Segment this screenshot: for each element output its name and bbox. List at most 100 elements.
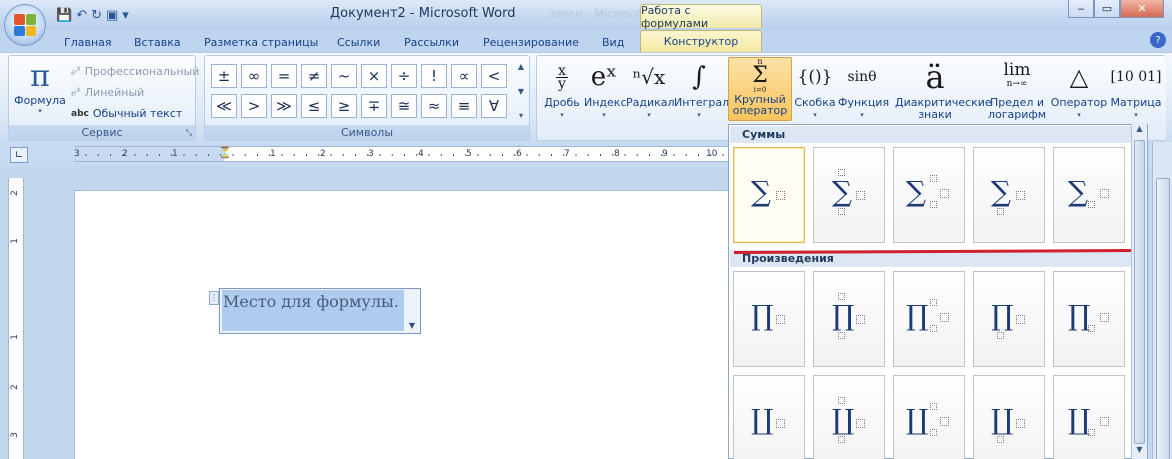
- symbol-times[interactable]: ×: [361, 64, 387, 88]
- coproduct-right-sub-sup-option[interactable]: ∐: [893, 375, 965, 459]
- linear-button[interactable]: ℯx Линейный: [71, 85, 144, 99]
- vertical-ruler[interactable]: 2 1 1 2 3: [8, 178, 24, 459]
- symbol-proportional[interactable]: ∝: [451, 64, 477, 88]
- equation-handle-icon[interactable]: ⋮: [209, 291, 219, 305]
- sum-under-option[interactable]: ∑: [973, 147, 1045, 243]
- symbol-much-greater[interactable]: ≫: [271, 94, 297, 118]
- maximize-button[interactable]: ▭: [1094, 0, 1120, 18]
- radical-icon: ⁿ√x: [632, 65, 666, 89]
- accent-button[interactable]: ä Диакритические знаки: [888, 57, 992, 121]
- tab-references[interactable]: Ссылки: [337, 32, 380, 52]
- tab-mailings[interactable]: Рассылки: [404, 32, 459, 52]
- integral-label: Интеграл: [674, 96, 730, 109]
- symbol-minus-plus[interactable]: ∓: [361, 94, 387, 118]
- symbol-approx[interactable]: ≈: [421, 94, 447, 118]
- limit-log-button[interactable]: lim n→∞ Предел и логарифм: [984, 57, 1050, 121]
- function-button[interactable]: sinθ Функция ▾: [838, 57, 889, 121]
- fraction-button[interactable]: xy Дробь ▾: [540, 57, 584, 121]
- scroll-down-icon[interactable]: ▼: [1132, 445, 1147, 459]
- more-symbols-icon[interactable]: ▾: [519, 111, 523, 120]
- professional-button[interactable]: ℯx Профессиональный: [71, 64, 199, 78]
- operator-button[interactable]: △ Оператор ▾: [1050, 57, 1108, 121]
- operator-label: Оператор: [1050, 96, 1108, 109]
- tab-review[interactable]: Рецензирование: [483, 32, 579, 52]
- sum-right-sub-option[interactable]: ∑: [1053, 147, 1125, 243]
- sum-operator-icon: ∑: [906, 175, 926, 208]
- abc-icon: abc: [71, 108, 89, 119]
- horizontal-ruler[interactable]: 3 2 1 ⏳ 1 2 3 4 5 6 7 8 9 10: [74, 146, 730, 162]
- equation-options-dropdown[interactable]: ▼: [404, 318, 420, 333]
- sum-right-sub-sup-option[interactable]: ∑: [893, 147, 965, 243]
- scroll-up-icon[interactable]: ▲: [1132, 124, 1147, 138]
- placeholder-box-icon: [838, 169, 845, 176]
- placeholder-box-icon: [940, 313, 949, 322]
- ruler-number: 1: [9, 334, 20, 340]
- linear-icon: ℯx: [71, 85, 81, 99]
- tab-home[interactable]: Главная: [64, 32, 112, 52]
- coproduct-operator-icon: ∐: [1068, 403, 1091, 436]
- plain-text-button[interactable]: abc Обычный текст: [71, 107, 182, 120]
- customize-qat-icon[interactable]: ▾: [122, 8, 129, 23]
- symbol-plus-minus[interactable]: ±: [211, 64, 237, 88]
- help-icon[interactable]: ?: [1150, 32, 1166, 48]
- placeholder-box-icon: [1100, 189, 1109, 198]
- symbol-not-equal[interactable]: ≠: [301, 64, 327, 88]
- tab-selector[interactable]: ∟: [10, 147, 28, 163]
- minimize-button[interactable]: ‒: [1068, 0, 1094, 18]
- tab-view[interactable]: Вид: [602, 32, 624, 52]
- symbol-for-all[interactable]: ∀: [481, 94, 507, 118]
- symbol-tilde[interactable]: ~: [331, 64, 357, 88]
- redo-icon[interactable]: ↻: [91, 8, 102, 23]
- office-button[interactable]: [4, 4, 46, 46]
- placeholder-box-icon: [838, 397, 845, 404]
- product-right-sub-sup-option[interactable]: ∏: [893, 271, 965, 367]
- picture-icon[interactable]: ▣: [106, 8, 118, 23]
- product-under-over-option[interactable]: ∏: [813, 271, 885, 367]
- coproduct-under-over-option[interactable]: ∐: [813, 375, 885, 459]
- save-icon[interactable]: 💾: [56, 8, 72, 23]
- matrix-button[interactable]: [10 01] Матрица ▾: [1108, 57, 1164, 121]
- sum-plain-option[interactable]: ∑: [733, 147, 805, 243]
- symbol-identical[interactable]: ≡: [451, 94, 477, 118]
- symbol-equals[interactable]: =: [271, 64, 297, 88]
- bracket-button[interactable]: {()} Скобка ▾: [794, 57, 836, 121]
- symbol-much-less[interactable]: ≪: [211, 94, 237, 118]
- symbol-less-equal[interactable]: ≤: [301, 94, 327, 118]
- undo-icon[interactable]: ↶: [76, 8, 87, 23]
- symbol-infinity[interactable]: ∞: [241, 64, 267, 88]
- scroll-down-icon[interactable]: ▼: [518, 87, 524, 96]
- large-operator-button[interactable]: n Σ i=0 Крупный оператор: [728, 57, 792, 121]
- scrollbar-thumb[interactable]: [1156, 178, 1170, 459]
- formula-button[interactable]: π Формула ▾: [13, 60, 67, 120]
- script-button[interactable]: eˣ Индекс ▾: [584, 57, 627, 121]
- placeholder-box-icon: [1016, 419, 1025, 428]
- product-right-sub-option[interactable]: ∏: [1053, 271, 1125, 367]
- tab-insert[interactable]: Вставка: [134, 32, 181, 52]
- title-bar: 💾 ↶ ↻ ▣ ▾ Документ2 - Microsoft Word Зач…: [0, 0, 1172, 30]
- equation-placeholder[interactable]: Место для формулы.: [222, 290, 404, 331]
- integral-button[interactable]: ∫ Интеграл ▾: [674, 57, 730, 121]
- radical-button[interactable]: ⁿ√x Радикал ▾: [626, 57, 675, 121]
- ghost-window-title: Зачем - Microsoft: [548, 7, 645, 20]
- coproduct-plain-option[interactable]: ∐: [733, 375, 805, 459]
- tab-page-layout[interactable]: Разметка страницы: [204, 32, 318, 52]
- symbol-factorial[interactable]: !: [421, 64, 447, 88]
- document-scrollbar[interactable]: [1152, 142, 1172, 459]
- gallery-scrollbar[interactable]: ▲ ▼: [1131, 124, 1147, 459]
- symbol-less-than[interactable]: <: [481, 64, 507, 88]
- dialog-launcher-icon[interactable]: ⤡: [186, 125, 192, 140]
- placeholder-box-icon: [997, 332, 1004, 339]
- sum-under-over-option[interactable]: ∑: [813, 147, 885, 243]
- symbol-greater-than[interactable]: >: [241, 94, 267, 118]
- symbol-congruent[interactable]: ≅: [391, 94, 417, 118]
- product-plain-option[interactable]: ∏: [733, 271, 805, 367]
- coproduct-under-option[interactable]: ∐: [973, 375, 1045, 459]
- symbol-divide[interactable]: ÷: [391, 64, 417, 88]
- scrollbar-thumb[interactable]: [1134, 140, 1145, 444]
- symbol-greater-equal[interactable]: ≥: [331, 94, 357, 118]
- tab-design[interactable]: Конструктор: [640, 30, 762, 52]
- close-button[interactable]: ✕: [1120, 0, 1164, 18]
- product-under-option[interactable]: ∏: [973, 271, 1045, 367]
- scroll-up-icon[interactable]: ▲: [518, 62, 524, 71]
- coproduct-right-sub-option[interactable]: ∐: [1053, 375, 1125, 459]
